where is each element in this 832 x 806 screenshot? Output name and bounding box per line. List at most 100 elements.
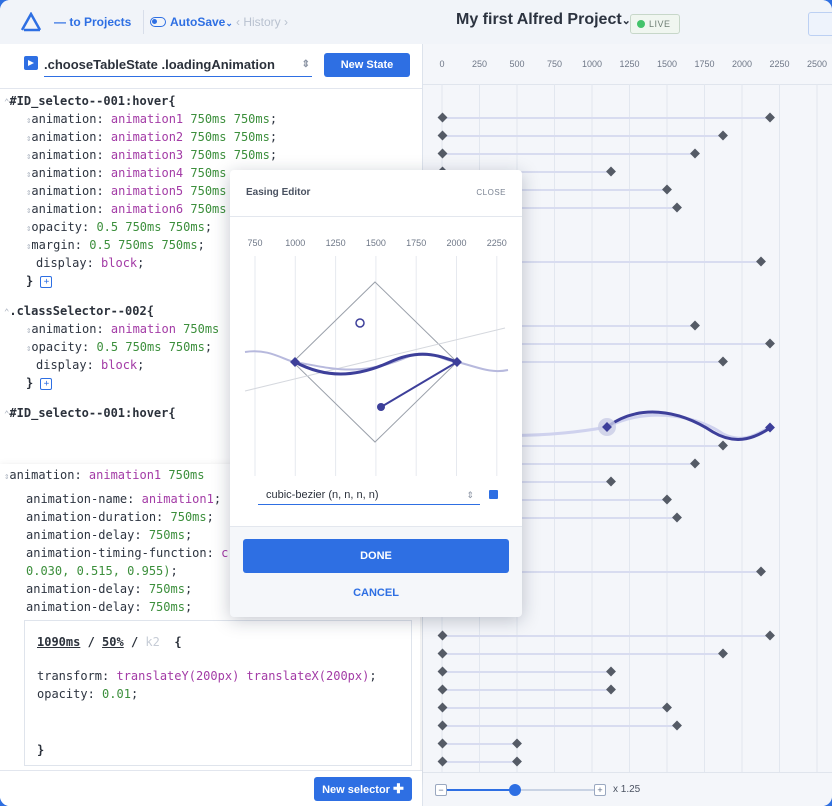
to-projects-link[interactable]: — to Projects [20, 10, 145, 34]
control-point-1-icon[interactable] [355, 318, 365, 328]
live-badge[interactable]: LIVE [630, 14, 680, 34]
declaration-line[interactable]: ⇕animation: animation1 750ms 750ms; [26, 110, 277, 128]
declaration-line[interactable]: animation-timing-function: c [26, 544, 228, 562]
add-declaration-icon[interactable]: + [40, 377, 53, 390]
history-prev-icon[interactable]: ‹ [236, 15, 240, 29]
semicolon: ; [184, 528, 193, 542]
property-name: animation: [31, 202, 111, 216]
project-title-dropdown[interactable]: My first Alfred Project⌄ [456, 11, 631, 29]
zoom-in-button[interactable]: + [594, 784, 606, 796]
zoom-slider-thumb[interactable] [509, 784, 521, 796]
keyframe-start-icon[interactable] [437, 684, 448, 695]
keyframe-end-icon[interactable] [765, 112, 775, 123]
keyframe-name: k2 [145, 635, 160, 649]
declaration-line[interactable]: ⇕animation: animation6 750ms [26, 200, 227, 218]
keyframe-time-input[interactable]: 1090ms [37, 635, 80, 649]
declaration-line[interactable]: animation-delay: 750ms; [26, 580, 192, 598]
declaration-line[interactable]: animation-duration: 750ms; [26, 508, 214, 526]
keyframe-start-icon[interactable] [437, 130, 448, 141]
keyframe-end-icon[interactable] [690, 320, 700, 331]
declaration-line[interactable]: ⇕opacity: 0.5 750ms 750ms; [26, 218, 212, 236]
keyframe-end-icon[interactable] [690, 148, 700, 159]
selector-line[interactable]: ⌃#ID_selecto--001:hover{ [4, 92, 176, 110]
close-line[interactable]: } [37, 741, 44, 759]
keyframe-end-icon[interactable] [718, 356, 728, 367]
new-state-button[interactable]: New State [324, 53, 410, 77]
declaration-header[interactable]: ⇕animation: animation1 750ms [4, 466, 205, 484]
semicolon: ; [269, 148, 278, 162]
autosave-toggle[interactable]: AutoSave⌄ [150, 10, 233, 34]
state-select[interactable]: .chooseTableState .loadingAnimation ⇕ [44, 54, 312, 77]
control-point-2-icon[interactable] [377, 403, 385, 411]
declaration-line[interactable]: ⇕animation: animation5 750ms [26, 182, 227, 200]
keyframe-end-icon[interactable] [718, 130, 728, 141]
declaration-line[interactable]: ⇕animation: animation4 750ms [26, 164, 227, 182]
keyframe-end-icon[interactable] [718, 440, 728, 451]
keyframe-start-icon[interactable] [437, 666, 448, 677]
keyframe-start-icon[interactable] [437, 648, 448, 659]
header-action-button[interactable] [808, 12, 832, 36]
keyframe-start-icon[interactable] [437, 112, 448, 123]
declaration-line[interactable]: ⇕animation: animation2 750ms 750ms; [26, 128, 277, 146]
zoom-out-button[interactable]: − [435, 784, 447, 796]
declaration-line[interactable]: animation-delay: 750ms; [26, 598, 192, 616]
keyframe-start-icon[interactable] [437, 702, 448, 713]
keyframe-start-icon[interactable] [437, 630, 448, 641]
keyframe-end-icon[interactable] [512, 756, 522, 767]
keyframe-end-icon[interactable] [662, 494, 672, 505]
curve-type-select[interactable]: cubic-bezier (n, n, n, n) ⇕ [258, 485, 480, 505]
declaration-line[interactable]: animation-name: animation1; [26, 490, 221, 508]
keyframe-end-icon[interactable] [765, 338, 775, 349]
keyframe-end-icon[interactable] [662, 184, 672, 195]
history-nav[interactable]: ‹ History › [236, 10, 288, 34]
keyframe-end-icon[interactable] [756, 256, 766, 267]
easing-curve-editor[interactable]: 750 1000 1250 1500 1750 2000 2250 [230, 216, 522, 516]
keyframe-declaration[interactable]: opacity: 0.01; [37, 685, 138, 703]
keyframe-end-icon[interactable] [672, 720, 682, 731]
easing-curve-preview [606, 410, 771, 441]
keyframe-start-icon[interactable] [437, 720, 448, 731]
keyframe-end-icon[interactable] [765, 630, 775, 641]
start-point-icon[interactable] [290, 357, 300, 367]
keyframe-end-icon[interactable] [606, 476, 616, 487]
keyframe-end-icon[interactable] [756, 566, 766, 577]
keyframe-end-icon[interactable] [606, 166, 616, 177]
keyframe-start-icon[interactable] [437, 148, 448, 159]
selector-line[interactable]: ⌃#ID_selecto--001:hover{ [4, 404, 176, 422]
declaration-line[interactable]: ⇕opacity: 0.5 750ms 750ms; [26, 338, 212, 356]
close-line[interactable]: } + [26, 374, 53, 392]
keyframe-end-icon[interactable] [690, 458, 700, 469]
cancel-button[interactable]: CANCEL [243, 587, 509, 607]
declaration-line[interactable]: display: block; [36, 356, 144, 374]
keyframe-declaration[interactable]: transform: translateY(200px) translateX(… [37, 667, 377, 685]
keyframe-end-icon[interactable] [672, 202, 682, 213]
property-name: animation: [31, 166, 111, 180]
keyframe-percent-input[interactable]: 50% [102, 635, 124, 649]
keyframe-end-icon[interactable] [606, 684, 616, 695]
declaration-line[interactable]: display: block; [36, 254, 144, 272]
plus-icon: ✚ [393, 781, 404, 796]
keyframe-end-icon[interactable] [512, 738, 522, 749]
add-declaration-icon[interactable]: + [40, 275, 53, 288]
declaration-line[interactable]: ⇕animation: animation 750ms [26, 320, 219, 338]
state-play-icon[interactable] [24, 56, 38, 70]
keyframe-end-icon[interactable] [606, 666, 616, 677]
keyframe-end-icon[interactable] [672, 512, 682, 523]
new-selector-button[interactable]: New selector ✚ [314, 777, 412, 801]
declaration-line[interactable]: 0.030, 0.515, 0.955); [26, 562, 178, 580]
keyframe-editor[interactable]: 1090ms / 50% / k2 {transform: translateY… [24, 620, 412, 766]
copy-icon[interactable] [489, 490, 498, 499]
close-button[interactable]: CLOSE [476, 188, 506, 197]
declaration-line[interactable]: ⇕margin: 0.5 750ms 750ms; [26, 236, 205, 254]
declaration-line[interactable]: ⇕animation: animation3 750ms 750ms; [26, 146, 277, 164]
keyframe-start-icon[interactable] [437, 738, 448, 749]
declaration-line[interactable]: animation-delay: 750ms; [26, 526, 192, 544]
keyframe-end-icon[interactable] [662, 702, 672, 713]
keyframe-start-icon[interactable] [437, 756, 448, 767]
keyframe-end-icon[interactable] [718, 648, 728, 659]
done-button[interactable]: DONE [243, 539, 509, 573]
history-next-icon[interactable]: › [284, 15, 288, 29]
select-arrows-icon: ⇕ [466, 490, 474, 500]
selector-line[interactable]: ⌃.classSelector--002{ [4, 302, 154, 320]
close-line[interactable]: } + [26, 272, 53, 290]
